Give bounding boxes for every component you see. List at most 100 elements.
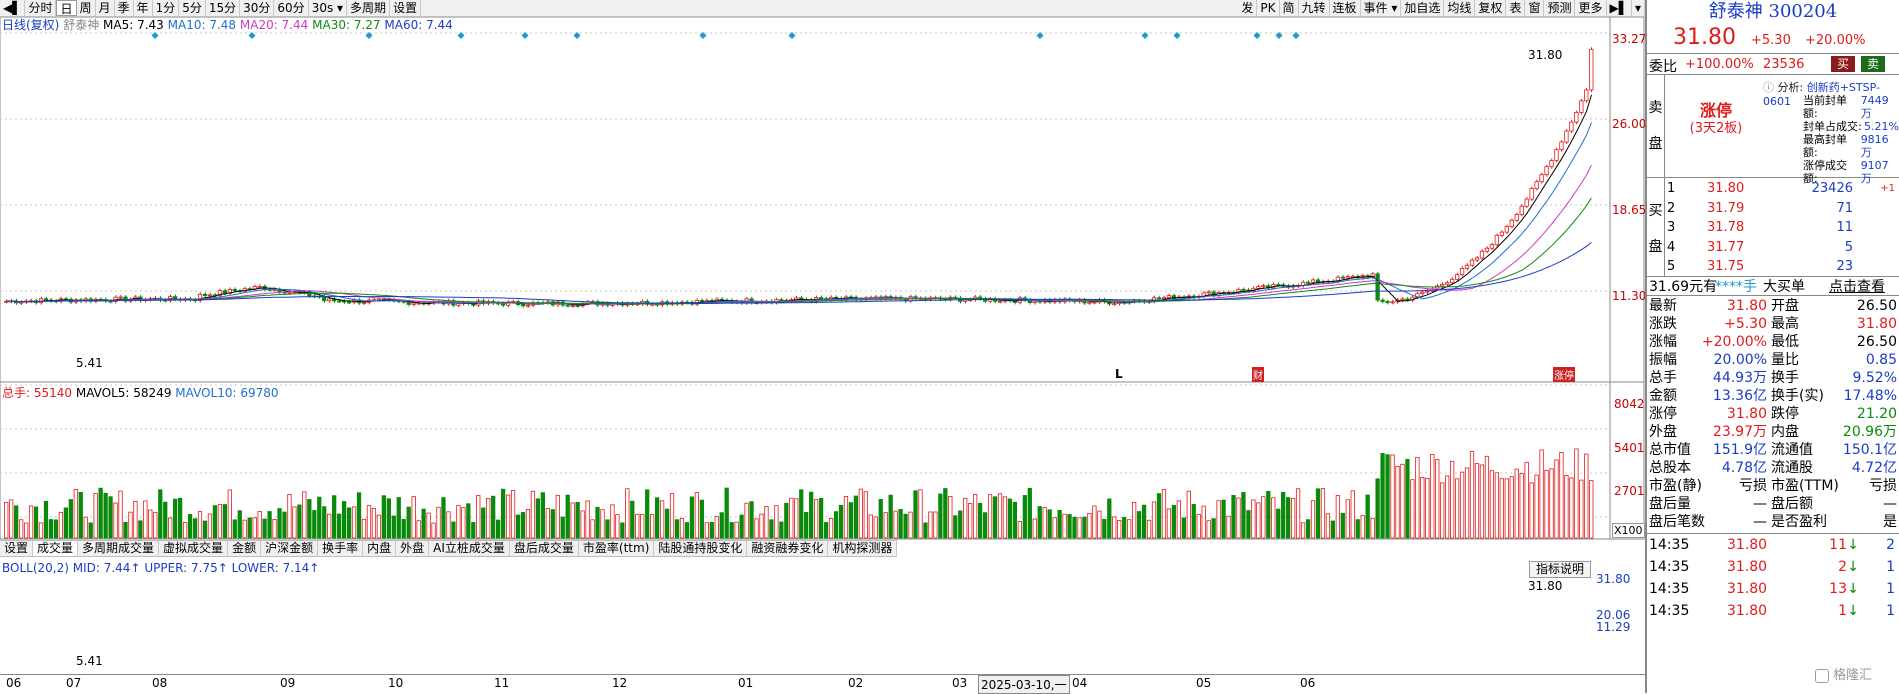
- big-order-view-link[interactable]: 点击查看: [1829, 279, 1885, 296]
- finance-tag[interactable]: 财: [1252, 367, 1264, 382]
- bid-row[interactable]: 2 31.79 71: [1667, 200, 1899, 218]
- volume-bar: [828, 518, 834, 539]
- indicator-tab-1[interactable]: 成交量: [33, 541, 79, 556]
- indicator-help-button[interactable]: 指标说明: [1529, 561, 1592, 578]
- volume-bar: [1291, 497, 1296, 539]
- candle-body: [719, 298, 724, 301]
- limit-up-tag[interactable]: 涨停: [1553, 367, 1575, 382]
- toolbar-btn-14[interactable]: 设置: [390, 0, 422, 16]
- indicator-tab-0[interactable]: 设置: [0, 541, 34, 556]
- toolbar-right-btn-3[interactable]: 九转: [1299, 0, 1330, 17]
- volume-bar: [689, 496, 695, 539]
- toolbar-btn-2[interactable]: 日: [56, 0, 77, 16]
- volume-bar: [1390, 454, 1395, 539]
- sell-button[interactable]: 卖: [1861, 56, 1885, 72]
- volume-bar: [734, 521, 739, 539]
- toolbar-right-btn-12[interactable]: 更多: [1575, 0, 1607, 17]
- bid-row[interactable]: 1 31.80 23426 +1: [1667, 180, 1899, 198]
- indicator-tab-4[interactable]: 金额: [228, 541, 262, 556]
- tick-list: 14:35 31.80 11 ↓ 2 14:35 31.80 2 ↓ 1 14:35 31.80 13 ↓…: [1647, 536, 1899, 636]
- toolbar-right-btn-0[interactable]: 发: [1238, 0, 1258, 17]
- indicator-tab-9[interactable]: AI立桩成交量: [429, 541, 510, 556]
- kline-chart[interactable]: [0, 17, 1645, 540]
- toolbar-btn-11[interactable]: 60分: [274, 0, 309, 16]
- toolbar-right-btn-11[interactable]: 预测: [1544, 0, 1576, 17]
- indicator-tab-12[interactable]: 陆股通持股变化: [654, 541, 748, 556]
- toolbar-right-btn-1[interactable]: PK: [1257, 0, 1280, 17]
- last-price: 31.80: [1673, 25, 1736, 50]
- ma5-label: MA5: 7.43: [103, 18, 164, 32]
- indicator-tab-7[interactable]: 内盘: [363, 541, 397, 556]
- volume-bar: [19, 519, 24, 539]
- stat-value: 0.85: [1865, 352, 1897, 368]
- bid-level: 2: [1667, 200, 1676, 216]
- question-icon[interactable]: ⓘ: [1763, 81, 1774, 94]
- volume-bar: [1325, 513, 1331, 539]
- toolbar-right-btn-5[interactable]: 事件 ▾: [1361, 0, 1402, 17]
- volume-bar: [853, 495, 859, 539]
- indicator-tab-11[interactable]: 市盈率(ttm): [579, 541, 655, 556]
- volume-bar: [1579, 479, 1584, 539]
- volume-bar: [520, 512, 526, 539]
- tick-volume: 13: [1829, 581, 1847, 597]
- vol-axis-1: 8042: [1614, 397, 1645, 411]
- toolbar-btn-6[interactable]: 年: [134, 0, 153, 16]
- stat-key: 市盈(静): [1649, 478, 1702, 494]
- toolbar-btn-12[interactable]: 30s ▾: [309, 0, 348, 16]
- volume-bar: [396, 497, 401, 539]
- toolbar-right-btn-2[interactable]: 简: [1280, 0, 1299, 17]
- candle-body: [1156, 297, 1162, 300]
- toolbar-btn-3[interactable]: 周: [77, 0, 96, 16]
- boll-lower: LOWER: 7.14↑: [231, 561, 320, 575]
- indicator-tab-2[interactable]: 多周期成交量: [78, 541, 160, 556]
- volume-bar: [1514, 468, 1519, 539]
- toolbar-right-btn-10[interactable]: 窗: [1525, 0, 1545, 17]
- candle-body: [411, 302, 416, 305]
- volume-bar: [431, 522, 436, 539]
- toolbar-btn-8[interactable]: 5分: [179, 0, 206, 16]
- toolbar-right-btn-13[interactable]: ▶▌: [1607, 0, 1632, 17]
- bid-row[interactable]: 4 31.77 5: [1667, 239, 1899, 257]
- bid-delta: +1: [1880, 183, 1895, 194]
- toolbar-btn-13[interactable]: 多周期: [347, 0, 391, 16]
- toolbar-btn-4[interactable]: 月: [96, 0, 115, 16]
- toolbar-btn-0[interactable]: ◀▌: [0, 0, 26, 16]
- indicator-tab-3[interactable]: 虚拟成交量: [159, 541, 229, 556]
- toolbar-right-btn-6[interactable]: 加自选: [1401, 0, 1445, 17]
- toolbar-btn-5[interactable]: 季: [115, 0, 134, 16]
- toolbar-right-btn-8[interactable]: 复权: [1475, 0, 1507, 17]
- volume-bar: [918, 489, 923, 539]
- toolbar-right-btn-14[interactable]: ▾: [1632, 0, 1645, 17]
- main-legend-name: 舒泰神: [63, 18, 100, 32]
- volume-bar: [28, 505, 34, 539]
- indicator-tab-8[interactable]: 外盘: [396, 541, 430, 556]
- volume-bar: [1122, 516, 1127, 539]
- toolbar-right-btn-4[interactable]: 连板: [1330, 0, 1361, 17]
- volume-bar: [620, 522, 625, 539]
- indicator-tab-6[interactable]: 换手率: [318, 541, 364, 556]
- toolbar-btn-10[interactable]: 30分: [240, 0, 275, 16]
- bid-price: 31.77: [1707, 239, 1745, 255]
- buy-button[interactable]: 买: [1831, 56, 1855, 72]
- volume-bar: [1231, 494, 1236, 539]
- volume-bar: [43, 500, 49, 539]
- stat-value: 150.1亿: [1842, 442, 1897, 458]
- toolbar-btn-1[interactable]: 分时: [25, 0, 57, 16]
- volume-bar: [1251, 499, 1256, 539]
- indicator-tab-10[interactable]: 盘后成交量: [510, 541, 579, 556]
- volume-bar: [555, 494, 560, 539]
- candle-body: [1459, 267, 1465, 276]
- bid-row[interactable]: 3 31.78 11: [1667, 219, 1899, 237]
- volume-bar: [863, 491, 868, 539]
- toolbar-right-btn-7[interactable]: 均线: [1444, 0, 1476, 17]
- toolbar-btn-7[interactable]: 1分: [153, 0, 180, 16]
- indicator-tab-13[interactable]: 融资融券变化: [747, 541, 829, 556]
- bid-row[interactable]: 5 31.75 23: [1667, 258, 1899, 276]
- toolbar-btn-9[interactable]: 15分: [206, 0, 241, 16]
- indicator-tab-5[interactable]: 沪深金额: [261, 541, 319, 556]
- indicator-tab-14[interactable]: 机构探测器: [828, 541, 898, 556]
- volume-bar: [411, 496, 416, 539]
- toolbar-right-btn-9[interactable]: 表: [1506, 0, 1526, 17]
- volume-bar: [366, 505, 372, 539]
- volume-bar: [197, 511, 203, 539]
